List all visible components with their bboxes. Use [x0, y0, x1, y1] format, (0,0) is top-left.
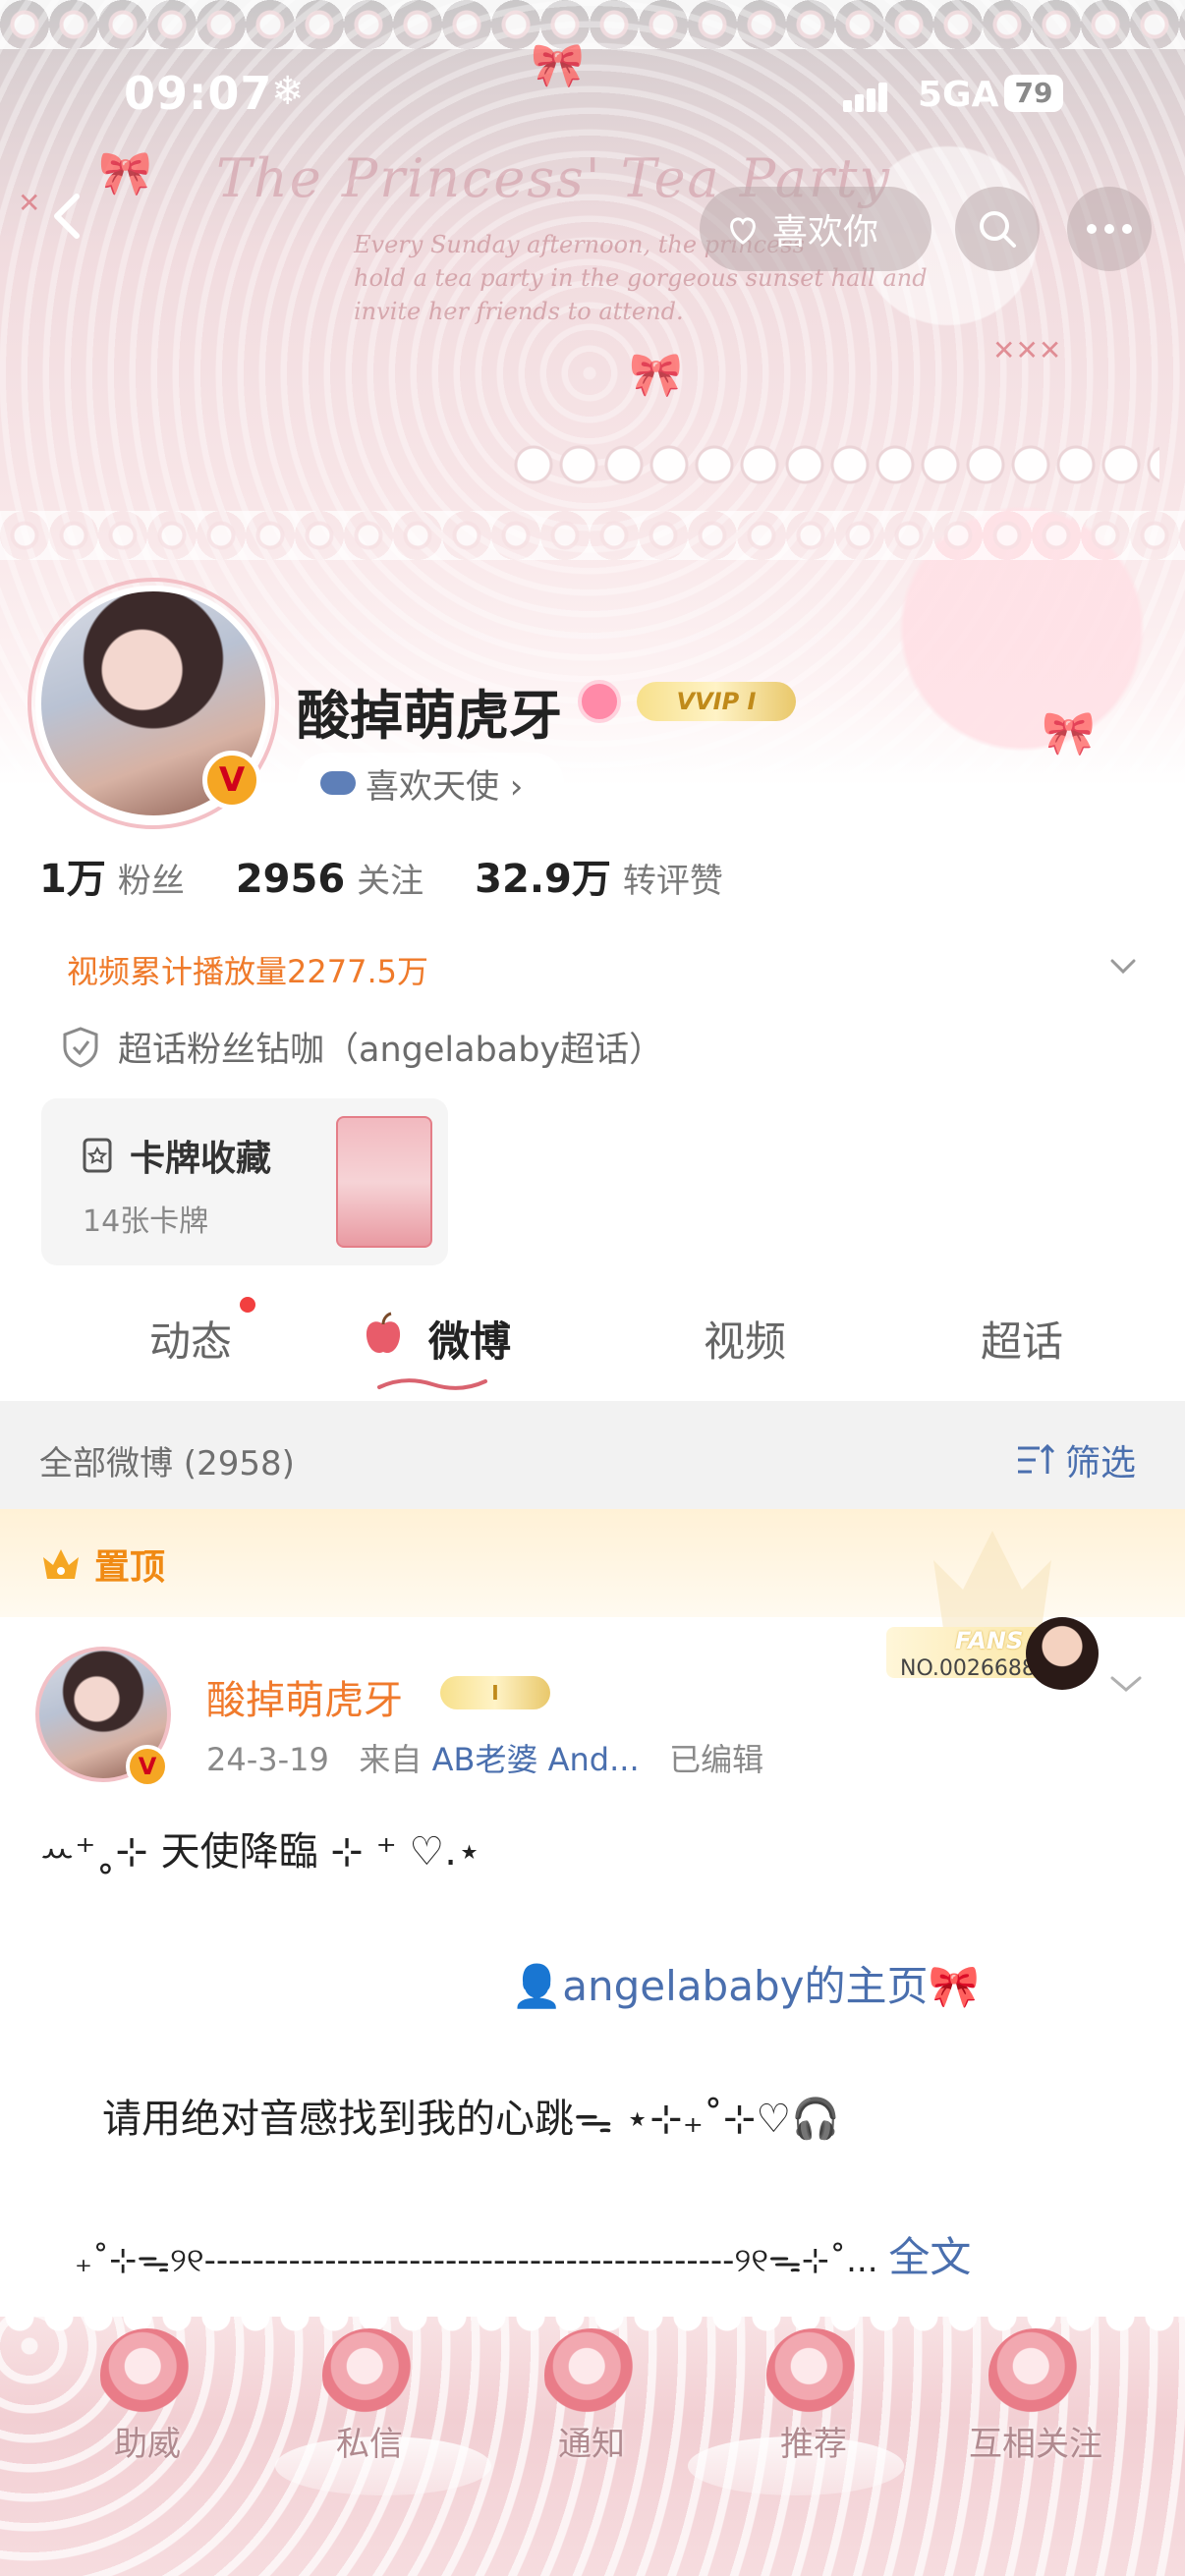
bow-decoration: 🎀: [98, 148, 152, 198]
filter-label: 筛选: [1065, 1443, 1137, 1484]
vvip-badge[interactable]: VVIP Ⅰ: [637, 682, 796, 721]
post-text-line: 请用绝对音感找到我的心跳ᯓ ⋆⊹₊˚⊹♡🎧: [102, 2097, 841, 2142]
banner-script-line: invite her friends to attend.: [354, 298, 684, 325]
like-you-label: 喜欢你: [772, 212, 879, 252]
cross-decoration: ✕: [18, 187, 41, 219]
mutual-follow-button[interactable]: 互相关注: [957, 2328, 1114, 2465]
post-date: 24-3-19: [206, 1741, 329, 1778]
pinned-label: 置顶: [94, 1547, 166, 1588]
message-button[interactable]: 私信: [291, 2328, 448, 2465]
notification-dot: [240, 1297, 255, 1313]
back-arrow-icon: [54, 194, 80, 239]
status-time: 09:07: [124, 67, 273, 120]
snowflake-icon: ❄: [271, 69, 305, 114]
supertopic-row[interactable]: 超话粉丝钻咖（angelababy超话）: [61, 1022, 663, 1072]
recommend-label: 推荐: [780, 2425, 847, 2464]
shield-icon: [63, 1026, 98, 1068]
fans-badge[interactable]: FANS NO.0026688: [886, 1617, 1108, 1690]
crown-icon: [43, 1549, 79, 1579]
more-button[interactable]: [1067, 187, 1152, 271]
notify-button[interactable]: 通知: [513, 2328, 670, 2465]
back-button[interactable]: [39, 187, 98, 246]
filter-button[interactable]: 筛选: [1016, 1434, 1136, 1485]
post-source-prefix: 来自: [359, 1741, 423, 1778]
search-button[interactable]: [955, 187, 1040, 271]
cloud-icon: [320, 771, 356, 795]
verified-badge: V: [202, 751, 261, 810]
battery-icon: 79: [1004, 75, 1063, 112]
message-label: 私信: [336, 2425, 403, 2464]
bow-decoration: 🎀: [1042, 708, 1096, 758]
cake-icon: [322, 2328, 417, 2423]
all-posts-label[interactable]: 全部微博 (2958): [39, 1436, 295, 1484]
profile-name: 酸掉萌虎牙: [297, 685, 562, 747]
card-count: 14张卡牌: [83, 1204, 209, 1239]
supertopic-label: 超话粉丝钻咖（angelababy超话）: [118, 1031, 664, 1070]
read-more-link[interactable]: 全文: [888, 2233, 971, 2281]
fans-word: FANS: [955, 1627, 1024, 1654]
heart-bow-icon: [544, 2328, 639, 2423]
profile-stats: 1万 粉丝 2956 关注 32.9万 转评赞: [39, 847, 774, 904]
pinned-label-row: 置顶: [39, 1539, 165, 1590]
cross-decoration: ✕✕✕: [992, 334, 1062, 366]
card-icon: [83, 1138, 112, 1173]
bow-decoration: 🎀: [531, 40, 585, 90]
apple-icon: [366, 1312, 401, 1354]
tab-dynamics[interactable]: 动态: [149, 1309, 232, 1369]
tab-video[interactable]: 视频: [704, 1309, 786, 1369]
followers-count[interactable]: 1万: [39, 847, 106, 904]
post-meta: 24-3-19 来自 AB老婆 And... 已编辑: [206, 1735, 763, 1780]
banner-script-line: hold a tea party in the gorgeous sunset …: [354, 264, 928, 292]
tab-supertopic[interactable]: 超话: [981, 1309, 1063, 1369]
cheer-button[interactable]: 助威: [69, 2328, 226, 2465]
search-icon: [980, 211, 1016, 248]
filter-icon: [1018, 1443, 1055, 1474]
notify-label: 通知: [558, 2425, 625, 2464]
recommend-button[interactable]: 推荐: [735, 2328, 892, 2465]
hand-heart-icon: [730, 217, 756, 245]
vip-badge: Ⅰ: [440, 1676, 550, 1709]
network-type: 5GA: [918, 75, 999, 115]
following-count[interactable]: 2956: [236, 857, 345, 902]
angel-tag-label: 喜欢天使 ›: [366, 766, 524, 807]
verified-badge: V: [126, 1745, 169, 1788]
bow-decoration: 🎀: [629, 350, 683, 400]
expand-button[interactable]: [1108, 951, 1138, 980]
post-source[interactable]: AB老婆 And...: [432, 1741, 640, 1778]
chevron-down-icon: [1110, 959, 1136, 975]
card-title-label: 卡牌收藏: [130, 1139, 272, 1179]
post-author-name[interactable]: 酸掉萌虎牙: [206, 1668, 403, 1725]
active-tab-indicator: [377, 1378, 487, 1390]
post-edited: 已编辑: [669, 1741, 764, 1778]
card-collection-title: 卡牌收藏: [79, 1130, 271, 1181]
cheer-label: 助威: [114, 2425, 181, 2464]
lace-decoration: [0, 0, 1185, 49]
post-text-line: ꕀ⁺˳⊹ 天使降臨 ⊹ ⁺ ♡.⋆: [39, 1829, 482, 1875]
apple-bow-icon: [988, 2328, 1083, 2423]
more-dots-icon: [1087, 224, 1132, 234]
angel-tag[interactable]: 喜欢天使 ›: [297, 753, 564, 813]
tab-weibo[interactable]: 微博: [428, 1309, 511, 1369]
chevron-down-icon: [1110, 1676, 1142, 1692]
post-profile-link[interactable]: 👤angelababy的主页🎀: [511, 1953, 980, 2013]
interactions-count: 32.9万: [475, 857, 611, 902]
followers-label[interactable]: 粉丝: [118, 854, 185, 902]
like-you-button[interactable]: 喜欢你: [700, 187, 931, 271]
interactions-label: 转评赞: [622, 862, 723, 901]
apple-icon: [100, 2328, 195, 2423]
pearl-decoration: [511, 442, 1159, 487]
signal-icon: [843, 79, 898, 112]
lace-decoration: [0, 511, 1185, 560]
fans-number: NO.0026688: [900, 1656, 1036, 1681]
member-icon[interactable]: [578, 680, 621, 723]
video-plays-text: 视频累计播放量2277.5万: [67, 953, 428, 990]
following-label[interactable]: 关注: [357, 854, 423, 902]
post-divider-text: ₊˚⊹ᯓ୨୧----------------------------------…: [75, 2241, 878, 2280]
card-thumbnail[interactable]: [336, 1116, 432, 1248]
fans-avatar: [1026, 1617, 1099, 1690]
winged-heart-icon: [766, 2328, 861, 2423]
mutual-follow-label: 互相关注: [969, 2425, 1102, 2464]
post-menu-button[interactable]: [1108, 1672, 1144, 1696]
post-text-line: ₊˚⊹ᯓ୨୧----------------------------------…: [75, 2224, 971, 2284]
